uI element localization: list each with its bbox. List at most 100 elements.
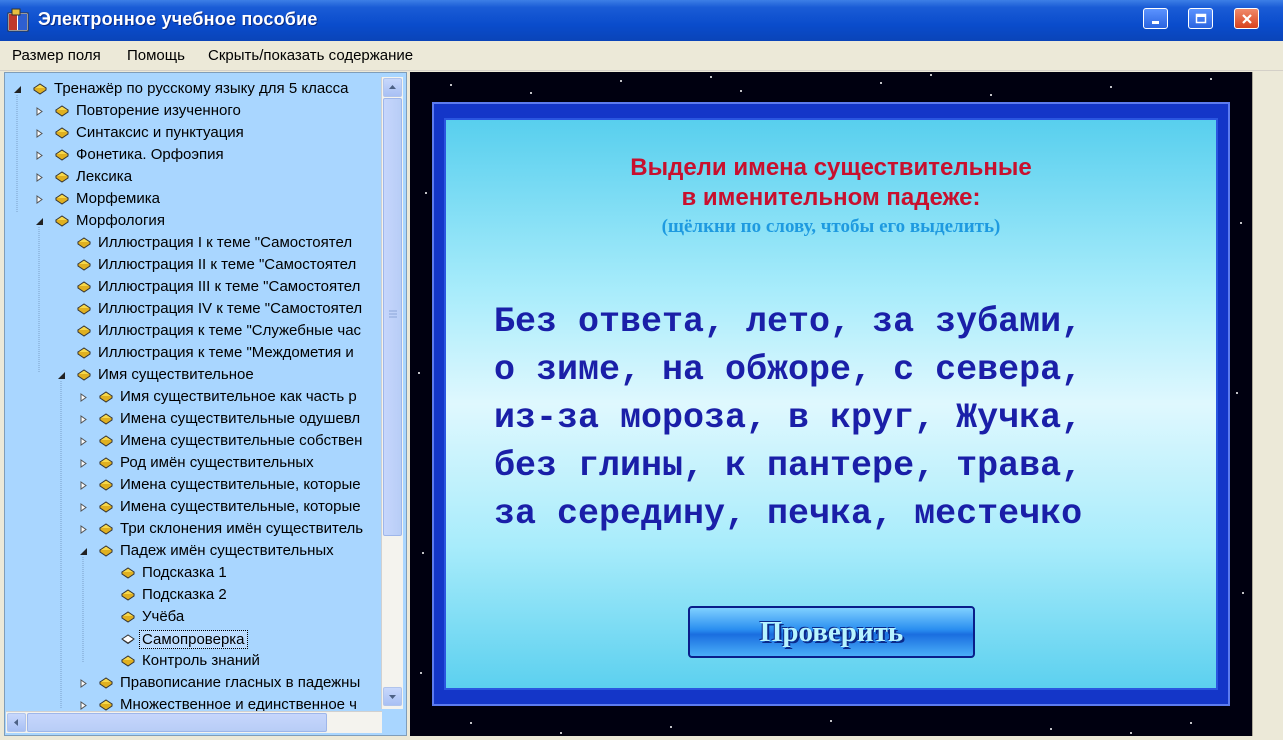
- expand-icon[interactable]: [79, 481, 88, 490]
- tree-item[interactable]: Морфология: [5, 211, 381, 233]
- tree-item[interactable]: Учёба: [5, 607, 381, 629]
- scroll-left-button[interactable]: [7, 713, 26, 732]
- tree-item[interactable]: Падеж имён существительных: [5, 541, 381, 563]
- scroll-thumb[interactable]: [383, 98, 402, 536]
- tree-item[interactable]: Синтаксис и пунктуация: [5, 123, 381, 145]
- tree-horizontal-scrollbar[interactable]: [6, 711, 382, 733]
- tree-item-label: Имена существительные, которые: [120, 476, 361, 493]
- expand-icon[interactable]: [79, 393, 88, 402]
- expand-icon[interactable]: [35, 151, 44, 160]
- word-list: Без ответа, лето, за зубами, о зиме, на …: [494, 298, 1082, 538]
- tree-item[interactable]: Иллюстрация II к теме "Самостоятел: [5, 255, 381, 277]
- tree-item-label: Три склонения имён существитель: [120, 520, 364, 537]
- tree-item[interactable]: Иллюстрация III к теме "Самостоятел: [5, 277, 381, 299]
- tree-item[interactable]: Контроль знаний: [5, 651, 381, 673]
- expand-icon[interactable]: [79, 437, 88, 446]
- book-icon: [121, 611, 135, 623]
- tree-item-label: Тренажёр по русскому языку для 5 класса: [54, 80, 349, 97]
- tree-item[interactable]: Фонетика. Орфоэпия: [5, 145, 381, 167]
- minimize-button[interactable]: [1143, 8, 1168, 29]
- tree-item[interactable]: Подсказка 2: [5, 585, 381, 607]
- star: [1110, 86, 1112, 88]
- book-icon: [77, 369, 91, 381]
- tree-vertical-scrollbar[interactable]: [381, 77, 403, 709]
- tree-item[interactable]: Морфемика: [5, 189, 381, 211]
- expand-icon[interactable]: [79, 415, 88, 424]
- book-icon: [99, 699, 113, 711]
- book-icon: [77, 237, 91, 249]
- tree-item[interactable]: Подсказка 1: [5, 563, 381, 585]
- tree-item[interactable]: Имена существительные одушевл: [5, 409, 381, 431]
- tree-item[interactable]: Иллюстрация к теме "Междометия и: [5, 343, 381, 365]
- expand-icon[interactable]: [35, 173, 44, 182]
- word-line[interactable]: без глины, к пантере, трава,: [494, 442, 1082, 490]
- word-line[interactable]: за середину, печка, местечко: [494, 490, 1082, 538]
- tree-item[interactable]: Имя существительное как часть р: [5, 387, 381, 409]
- exercise-panel: Выдели имена существительные в именитель…: [444, 118, 1218, 690]
- star: [710, 76, 712, 78]
- tree-item-label: Имена существительные собствен: [120, 432, 363, 449]
- expand-icon[interactable]: [79, 525, 88, 534]
- book-icon: [99, 677, 113, 689]
- maximize-button[interactable]: [1188, 8, 1213, 29]
- word-line[interactable]: Без ответа, лето, за зубами,: [494, 298, 1082, 346]
- tree-item-label: Лексика: [76, 168, 133, 185]
- star: [740, 90, 742, 92]
- collapse-icon[interactable]: [35, 217, 44, 226]
- instruction-line-2: в именительном падеже:: [681, 184, 981, 211]
- tree-item[interactable]: Имена существительные собствен: [5, 431, 381, 453]
- collapse-icon[interactable]: [57, 371, 66, 380]
- scroll-down-button[interactable]: [383, 687, 402, 706]
- book-icon: [99, 457, 113, 469]
- close-button[interactable]: [1234, 8, 1259, 29]
- expand-icon[interactable]: [79, 459, 88, 468]
- tree-item[interactable]: Правописание гласных в падежны: [5, 673, 381, 695]
- expand-icon[interactable]: [35, 195, 44, 204]
- expand-icon[interactable]: [79, 679, 88, 688]
- menu-help[interactable]: Помощь: [127, 47, 185, 64]
- tree-item-label: Падеж имён существительных: [120, 542, 334, 559]
- arrow-up-icon: [389, 85, 396, 89]
- tree-item[interactable]: Род имён существительных: [5, 453, 381, 475]
- scroll-up-button[interactable]: [383, 78, 402, 97]
- word-line[interactable]: из-за мороза, в круг, Жучка,: [494, 394, 1082, 442]
- menu-toggle-contents[interactable]: Скрыть/показать содержание: [208, 47, 413, 64]
- tree-item-label: Иллюстрация к теме "Междометия и: [98, 344, 354, 361]
- expand-icon[interactable]: [79, 503, 88, 512]
- word-line[interactable]: о зиме, на обжоре, с севера,: [494, 346, 1082, 394]
- tree-item[interactable]: Повторение изученного: [5, 101, 381, 123]
- book-icon: [99, 545, 113, 557]
- star: [422, 552, 424, 554]
- tree-item[interactable]: Имя существительное: [5, 365, 381, 387]
- tree-item[interactable]: Самопроверка: [5, 629, 381, 651]
- horizontal-scroll-thumb[interactable]: [27, 713, 327, 732]
- expand-icon[interactable]: [35, 129, 44, 138]
- menu-field-size[interactable]: Размер поля: [12, 47, 101, 64]
- check-button[interactable]: Проверить: [688, 606, 975, 658]
- expand-icon[interactable]: [35, 107, 44, 116]
- tree-item-label: Морфемика: [76, 190, 160, 207]
- tree-item[interactable]: Иллюстрация I к теме "Самостоятел: [5, 233, 381, 255]
- tree-item[interactable]: Три склонения имён существитель: [5, 519, 381, 541]
- collapse-icon[interactable]: [13, 85, 22, 94]
- tree-item[interactable]: Имена существительные, которые: [5, 497, 381, 519]
- star: [1130, 732, 1132, 734]
- star: [530, 92, 532, 94]
- tree-item[interactable]: Иллюстрация IV к теме "Самостоятел: [5, 299, 381, 321]
- tree-item[interactable]: Лексика: [5, 167, 381, 189]
- book-icon: [99, 479, 113, 491]
- star: [670, 726, 672, 728]
- instruction-hint: (щёлкни по слову, чтобы его выделить): [661, 216, 1001, 237]
- book-icon: [99, 435, 113, 447]
- title-bar: Электронное учебное пособие: [0, 0, 1283, 42]
- tree-item[interactable]: Иллюстрация к теме "Служебные час: [5, 321, 381, 343]
- app-book-icon: [7, 8, 29, 32]
- tree-item-label: Морфология: [76, 212, 165, 229]
- book-icon: [77, 281, 91, 293]
- tree-item[interactable]: Тренажёр по русскому языку для 5 класса: [5, 79, 381, 101]
- grip-icon: [389, 310, 397, 318]
- book-icon: [33, 83, 47, 95]
- tree-item[interactable]: Имена существительные, которые: [5, 475, 381, 497]
- collapse-icon[interactable]: [79, 547, 88, 556]
- expand-icon[interactable]: [79, 701, 88, 710]
